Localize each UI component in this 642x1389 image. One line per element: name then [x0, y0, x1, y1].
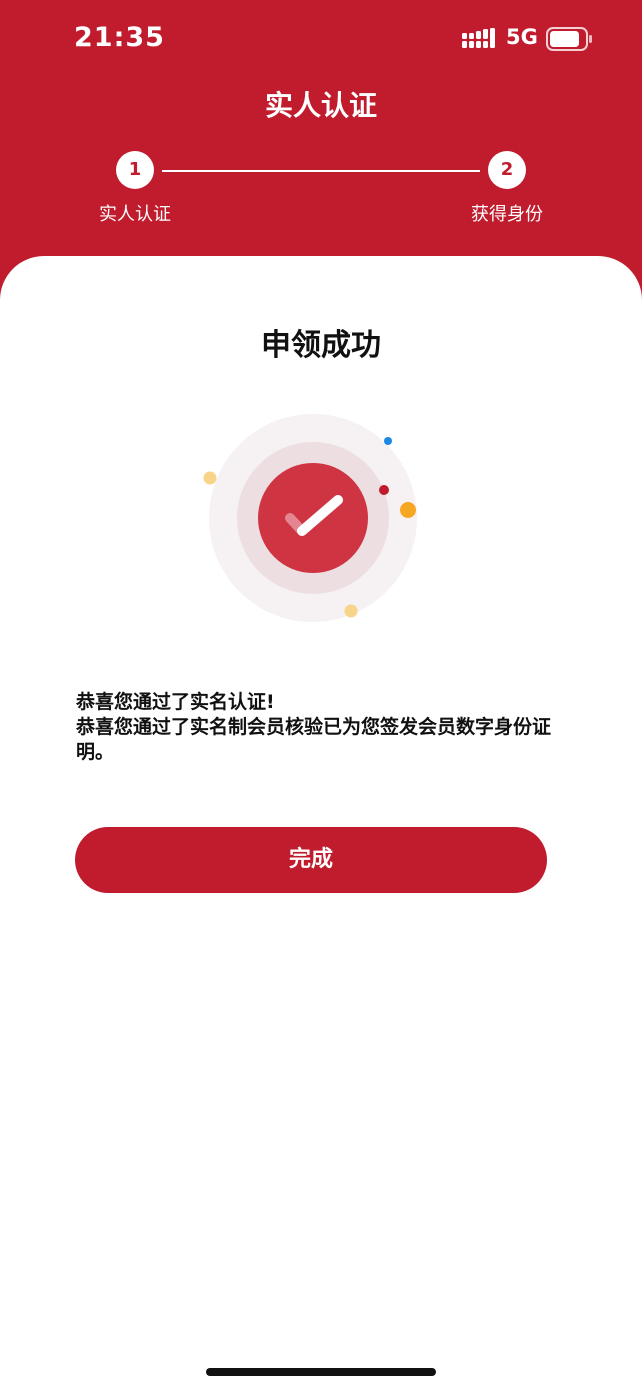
status-time: 21:35: [74, 22, 165, 53]
success-title: 申领成功: [261, 328, 381, 363]
home-indicator[interactable]: [206, 1368, 436, 1376]
message-line-1: 恭喜您通过了实名认证!: [76, 691, 275, 713]
battery-icon: [546, 27, 592, 51]
success-message: 恭喜您通过了实名认证! 恭喜您通过了实名制会员核验已为您签发会员数字身份证明。: [76, 690, 566, 765]
status-bar: 21:35 5G: [0, 0, 642, 80]
step-2-label: 获得身份: [471, 204, 543, 225]
network-label: 5G: [506, 25, 538, 49]
step-2-indicator: 2: [488, 151, 526, 189]
done-button[interactable]: 完成: [75, 827, 547, 893]
step-connector: [162, 170, 480, 172]
signal-icon: [462, 28, 495, 48]
page-title: 实人认证: [264, 89, 377, 122]
message-line-2: 恭喜您通过了实名制会员核验已为您签发会员数字身份证明。: [76, 716, 552, 763]
step-1-indicator: 1: [116, 151, 154, 189]
success-checkmark-icon: [203, 414, 417, 622]
step-1-label: 实人认证: [99, 204, 171, 225]
